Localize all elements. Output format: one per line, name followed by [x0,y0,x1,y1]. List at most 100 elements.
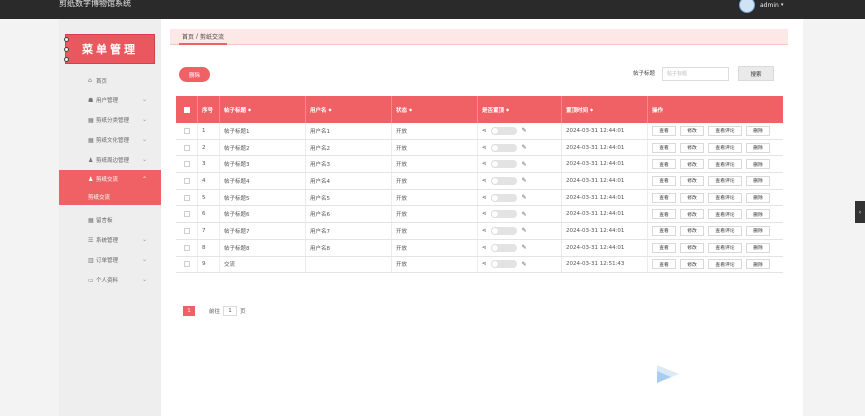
goto-page-input[interactable]: 1 [223,305,238,316]
view-button[interactable]: 查看 [652,125,676,136]
pin-toggle[interactable] [490,243,517,252]
checkbox[interactable] [183,261,190,268]
delete-row-button[interactable]: 删除 [746,192,770,203]
row-select[interactable] [176,189,198,206]
user-name[interactable]: admin [760,2,779,9]
edit-icon[interactable]: ✎ [522,227,527,234]
delete-row-button[interactable]: 删除 [746,225,770,236]
share-icon[interactable]: ⋖ [482,128,487,134]
sidebar-item-messages[interactable]: ▦ 留言板 [59,210,161,230]
edit-button[interactable]: 修改 [680,175,704,186]
row-select[interactable] [176,156,198,173]
column-header[interactable]: 帖子标题 ◆ [220,96,306,123]
sidebar-item-category[interactable]: ▦ 剪纸分类管理 ⌄ [59,110,161,130]
view-button[interactable]: 查看 [652,259,676,270]
share-icon[interactable]: ⋖ [482,161,487,167]
view-comments-button[interactable]: 查看评论 [708,125,742,136]
chevron-left-icon[interactable]: ‹ [855,201,865,223]
edit-button[interactable]: 修改 [680,242,704,253]
view-comments-button[interactable]: 查看评论 [708,242,742,253]
delete-row-button[interactable]: 删除 [746,242,770,253]
view-button[interactable]: 查看 [652,242,676,253]
pin-toggle[interactable] [490,193,517,202]
view-button[interactable]: 查看 [652,209,676,220]
checkbox[interactable] [183,106,190,113]
sidebar-subitem-forum[interactable]: 剪纸交流 [59,188,161,205]
sidebar-item-users[interactable]: ☗ 用户管理 ⌄ [59,90,161,110]
share-icon[interactable]: ⋖ [482,178,487,184]
column-header[interactable]: 置顶时间 ◆ [562,96,648,123]
delete-row-button[interactable]: 删除 [746,142,770,153]
delete-row-button[interactable]: 删除 [746,125,770,136]
select-all-checkbox[interactable] [176,96,198,123]
view-comments-button[interactable]: 查看评论 [708,192,742,203]
checkbox[interactable] [183,144,190,151]
view-button[interactable]: 查看 [652,175,676,186]
search-button[interactable]: 搜索 [738,66,774,81]
view-button[interactable]: 查看 [652,159,676,170]
edit-button[interactable]: 修改 [680,209,704,220]
view-button[interactable]: 查看 [652,225,676,236]
share-icon[interactable]: ⋖ [482,211,487,217]
breadcrumb-tab[interactable]: 首页 / 剪纸交流 [179,29,228,45]
checkbox[interactable] [183,244,190,251]
view-button[interactable]: 查看 [652,192,676,203]
delete-row-button[interactable]: 删除 [746,209,770,220]
pin-toggle[interactable] [490,126,517,135]
row-select[interactable] [176,206,198,223]
share-icon[interactable]: ⋖ [482,195,487,201]
search-input[interactable] [662,67,729,81]
pin-toggle[interactable] [490,226,517,235]
share-icon[interactable]: ⋖ [482,261,487,267]
share-icon[interactable]: ⋖ [482,228,487,234]
edit-icon[interactable]: ✎ [522,211,527,218]
edit-button[interactable]: 修改 [680,159,704,170]
row-select[interactable] [176,239,198,256]
sidebar-item-culture[interactable]: ▦ 剪纸文化管理 ⌄ [59,130,161,150]
edit-button[interactable]: 修改 [680,225,704,236]
column-header[interactable]: 用户名 ◆ [306,96,392,123]
sidebar-item-profile[interactable]: ▭ 个人资料 ⌄ [59,270,161,290]
sidebar-item-system[interactable]: ☰ 系统管理 ⌄ [59,230,161,250]
share-icon[interactable]: ⋖ [482,145,487,151]
row-select[interactable] [176,173,198,189]
edit-icon[interactable]: ✎ [522,177,527,184]
caret-down-icon[interactable]: ▾ [781,2,784,8]
edit-icon[interactable]: ✎ [522,144,527,151]
view-comments-button[interactable]: 查看评论 [708,142,742,153]
sort-icon[interactable]: ◆ [506,107,509,112]
edit-icon[interactable]: ✎ [522,194,527,201]
edit-icon[interactable]: ✎ [522,244,527,251]
pin-toggle[interactable] [490,160,517,169]
sort-icon[interactable]: ◆ [590,107,593,112]
avatar[interactable] [739,0,755,13]
delete-row-button[interactable]: 删除 [746,159,770,170]
sidebar-item-orders[interactable]: ▥ 订单管理 ⌄ [59,250,161,270]
user-menu[interactable]: admin ▾ [739,0,783,14]
pin-toggle[interactable] [490,210,517,219]
delete-row-button[interactable]: 删除 [746,175,770,186]
delete-row-button[interactable]: 删除 [746,259,770,270]
sidebar-item-forum[interactable]: ♟ 剪纸交流 ⌃ [59,170,161,188]
sort-icon[interactable]: ◆ [409,107,412,112]
checkbox[interactable] [183,194,190,201]
pin-toggle[interactable] [490,176,517,185]
sidebar-item-home[interactable]: ⌂ 首页 [59,71,161,90]
pin-toggle[interactable] [490,260,517,269]
sort-icon[interactable]: ◆ [248,107,251,112]
edit-icon[interactable]: ✎ [522,261,527,268]
view-comments-button[interactable]: 查看评论 [708,175,742,186]
checkbox[interactable] [183,211,190,218]
view-comments-button[interactable]: 查看评论 [708,225,742,236]
breadcrumb-home[interactable]: 首页 [182,32,194,41]
view-button[interactable]: 查看 [652,142,676,153]
edit-button[interactable]: 修改 [680,192,704,203]
pin-toggle[interactable] [490,143,517,152]
checkbox[interactable] [183,161,190,168]
edit-icon[interactable]: ✎ [522,161,527,168]
page-number-button[interactable]: 1 [183,305,195,316]
sort-icon[interactable]: ◆ [329,107,332,112]
view-comments-button[interactable]: 查看评论 [708,209,742,220]
checkbox[interactable] [183,177,190,184]
row-select[interactable] [176,123,198,139]
